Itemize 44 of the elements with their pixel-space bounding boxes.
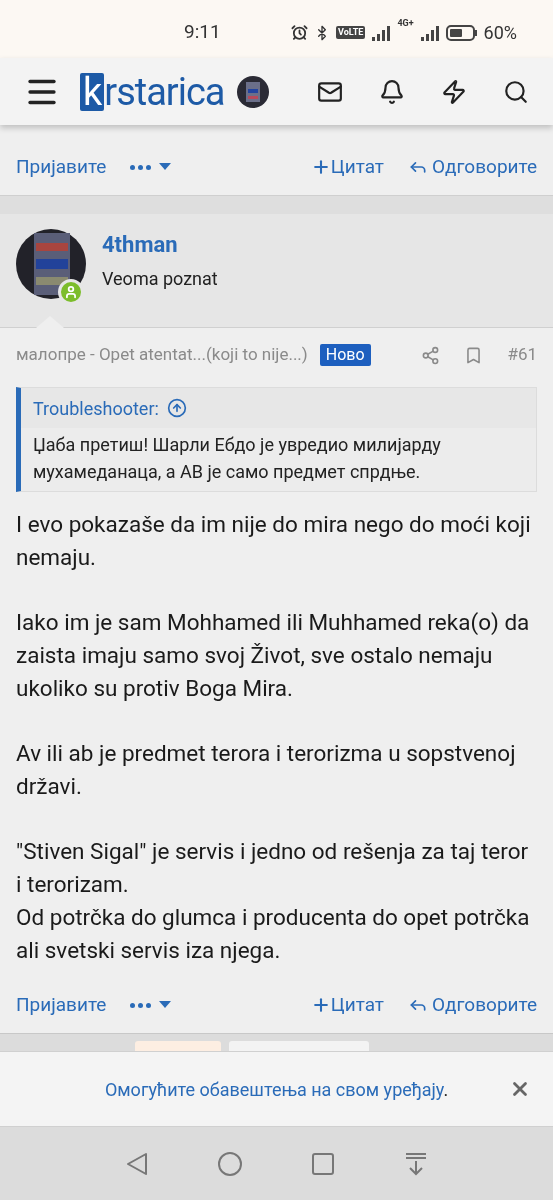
quote-author[interactable]: Troubleshooter: xyxy=(21,388,536,428)
notification-text: Омогућите обавештења на свом уређају. xyxy=(104,1077,449,1102)
recents-icon[interactable] xyxy=(311,1152,334,1175)
user-title: Veoma poznat xyxy=(102,267,218,291)
battery-icon xyxy=(445,24,478,41)
post-text: Od potrčka do glumca i producenta do opet potrčka ali svetski servis iza njega. xyxy=(16,903,531,965)
post-text: "Stiven Sigal" je servis i jedno od rešenja za taj teror i terorizam. xyxy=(16,837,530,899)
lightning-icon[interactable] xyxy=(441,78,467,105)
more-menu-button[interactable] xyxy=(130,1001,172,1009)
bell-icon[interactable] xyxy=(379,78,405,105)
site-logo[interactable]: krstarica xyxy=(80,72,225,111)
signal-icon xyxy=(419,24,440,41)
reply-button[interactable]: Одговорите xyxy=(408,990,537,1020)
volte-badge: VoLTE xyxy=(336,25,366,40)
post-text: I evo pokazaše da im nije do mira nego do moći koji nemaju. xyxy=(16,510,532,572)
enable-notifications-link[interactable]: Омогућите обавештења на свом уређају xyxy=(104,1078,444,1100)
caret-icon xyxy=(159,1001,172,1009)
network-type: 4G+ xyxy=(397,19,414,28)
post-meta: малопре - Opet atentat...(koji to nije...) xyxy=(16,343,308,367)
quote-button[interactable]: Цитат xyxy=(310,152,384,182)
more-menu-button[interactable] xyxy=(130,163,172,171)
search-icon[interactable] xyxy=(503,78,529,105)
post-text: Iako im je sam Mohhamed ili Muhhamed reka(o) da zaista imaju samo svoj Život, sve ostalo nemaju ukoliko su protiv Boga Mira. xyxy=(16,608,531,703)
signal-icon xyxy=(371,24,392,41)
new-badge: Ново xyxy=(319,344,371,366)
reply-button[interactable]: Одговорите xyxy=(408,152,537,182)
back-icon[interactable] xyxy=(125,1151,148,1176)
status-time: 9:11 xyxy=(184,18,221,45)
home-icon[interactable] xyxy=(217,1151,242,1176)
quote-text: Џаба претиш! Шарли Ебдо је увредио милијарду мухамеданаца, а АВ је само предмет спрдње. xyxy=(21,428,536,491)
share-icon[interactable] xyxy=(421,345,441,365)
avatar[interactable] xyxy=(16,229,86,299)
report-link[interactable]: Пријавите xyxy=(16,990,107,1020)
username[interactable]: 4thman xyxy=(102,229,218,261)
report-link[interactable]: Пријавите xyxy=(16,152,107,182)
battery-level: 60% xyxy=(483,21,517,45)
avatar[interactable] xyxy=(236,75,269,108)
arrow-up-icon[interactable] xyxy=(166,398,187,418)
download-icon[interactable] xyxy=(403,1151,428,1176)
caret-icon xyxy=(159,163,172,171)
quote-button[interactable]: Цитат xyxy=(310,990,384,1020)
post-number[interactable]: #61 xyxy=(507,342,537,368)
post-text: Av ili ab je predmet terora i terorizma u sopstvenoj državi. xyxy=(16,739,517,801)
alarm-icon xyxy=(291,24,309,41)
